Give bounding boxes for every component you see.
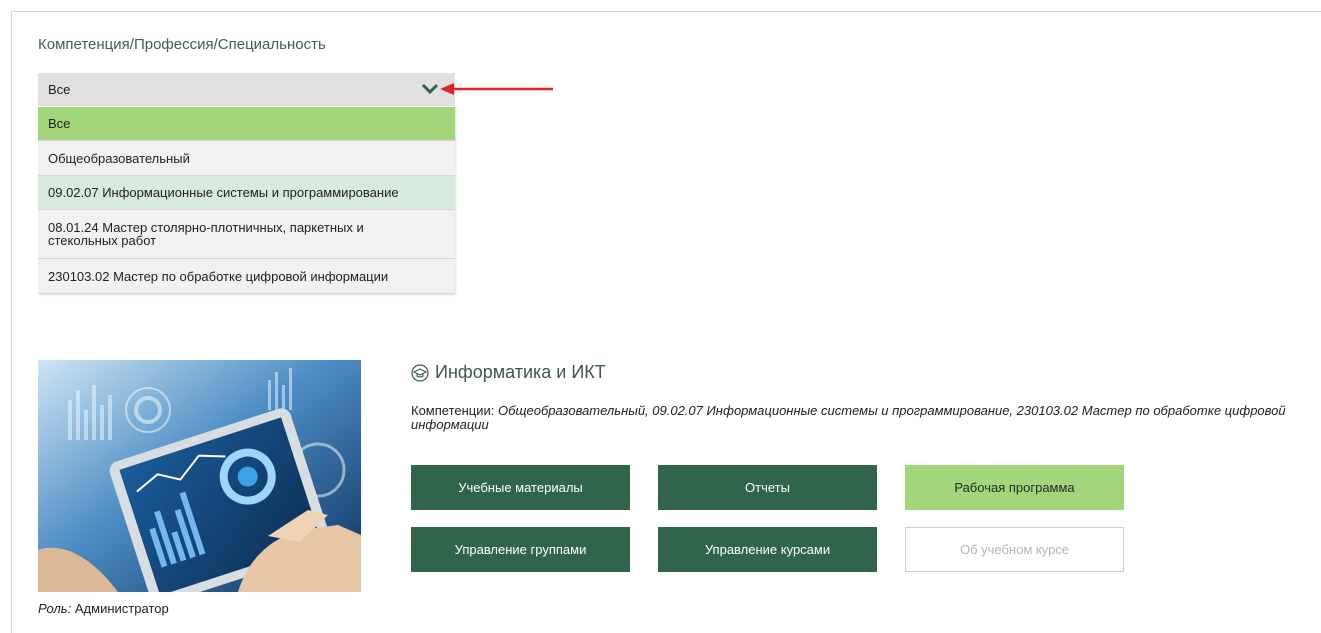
reports-button[interactable]: Отчеты: [658, 465, 877, 510]
manage-courses-button[interactable]: Управление курсами: [658, 527, 877, 572]
competencies-text: Компетенции: Общеобразовательный, 09.02.…: [411, 404, 1316, 432]
competency-select[interactable]: Все: [38, 73, 455, 106]
option-label: 09.02.07 Информационные системы и програ…: [48, 185, 399, 200]
option-label: 08.01.24 Мастер столярно-плотничных, пар…: [48, 220, 364, 248]
about-course-button[interactable]: Об учебном курсе: [905, 527, 1124, 572]
graduation-cap-icon: [411, 363, 429, 382]
course-title[interactable]: Информатика и ИКТ: [411, 362, 606, 383]
role-label: Роль:: [38, 601, 72, 616]
role-text: Роль: Администратор: [38, 601, 169, 616]
course-title-text: Информатика и ИКТ: [435, 362, 606, 382]
option-label: 230103.02 Мастер по обработке цифровой и…: [48, 268, 389, 284]
chevron-down-icon: [421, 83, 439, 95]
option-label: Все: [48, 116, 71, 131]
competencies-label: Компетенции:: [411, 403, 495, 418]
competency-dropdown-list: Все Общеобразовательный 09.02.07 Информа…: [38, 107, 455, 294]
course-image: [38, 360, 361, 592]
dropdown-option-carpentry[interactable]: 08.01.24 Мастер столярно-плотничных, пар…: [38, 210, 455, 259]
manage-groups-button[interactable]: Управление группами: [411, 527, 630, 572]
competencies-value: Общеобразовательный, 09.02.07 Информацио…: [411, 403, 1286, 432]
learning-materials-button[interactable]: Учебные материалы: [411, 465, 630, 510]
dropdown-option-digital-info[interactable]: 230103.02 Мастер по обработке цифровой и…: [38, 259, 455, 294]
dropdown-option-it-systems[interactable]: 09.02.07 Информационные системы и програ…: [38, 176, 455, 210]
dropdown-option-all[interactable]: Все: [38, 107, 455, 141]
option-label: Общеобразовательный: [48, 150, 190, 166]
select-value: Все: [48, 82, 71, 97]
dropdown-option-general[interactable]: Общеобразовательный: [38, 141, 455, 176]
role-value: Администратор: [74, 601, 169, 616]
work-program-button[interactable]: Рабочая программа: [905, 465, 1124, 510]
red-arrow-annotation: [440, 83, 553, 95]
filter-label: Компетенция/Профессия/Специальность: [38, 36, 326, 53]
